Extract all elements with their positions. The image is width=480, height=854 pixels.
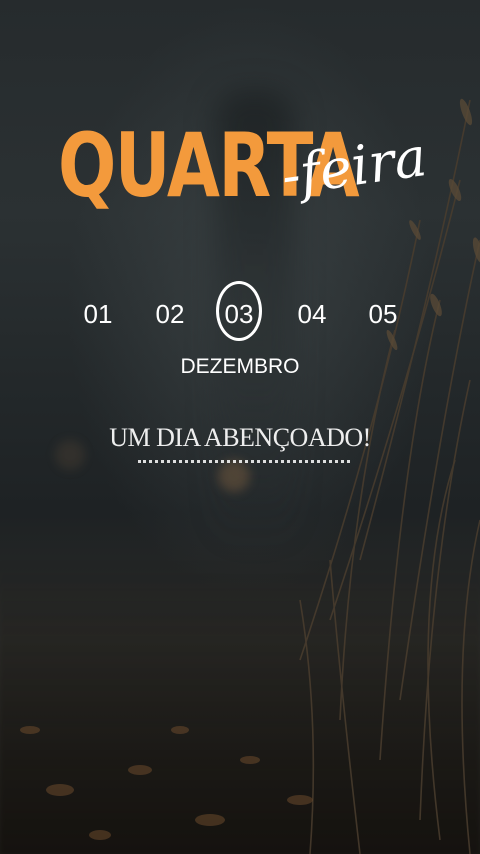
story-background: QUARTA -feira 01 02 03 04 05 DEZEMBRO UM… — [0, 0, 480, 854]
day-strip: 01 02 03 04 05 — [0, 296, 480, 336]
dotted-divider — [138, 460, 350, 463]
month-label: DEZEMBRO — [180, 355, 300, 378]
day-item: 05 — [368, 299, 398, 329]
day-item-selected: 03 — [224, 299, 254, 329]
tagline: UM DIA ABENÇOADO! — [109, 423, 371, 452]
day-item: 01 — [83, 299, 113, 329]
day-item: 04 — [297, 299, 327, 329]
day-item: 02 — [155, 299, 185, 329]
